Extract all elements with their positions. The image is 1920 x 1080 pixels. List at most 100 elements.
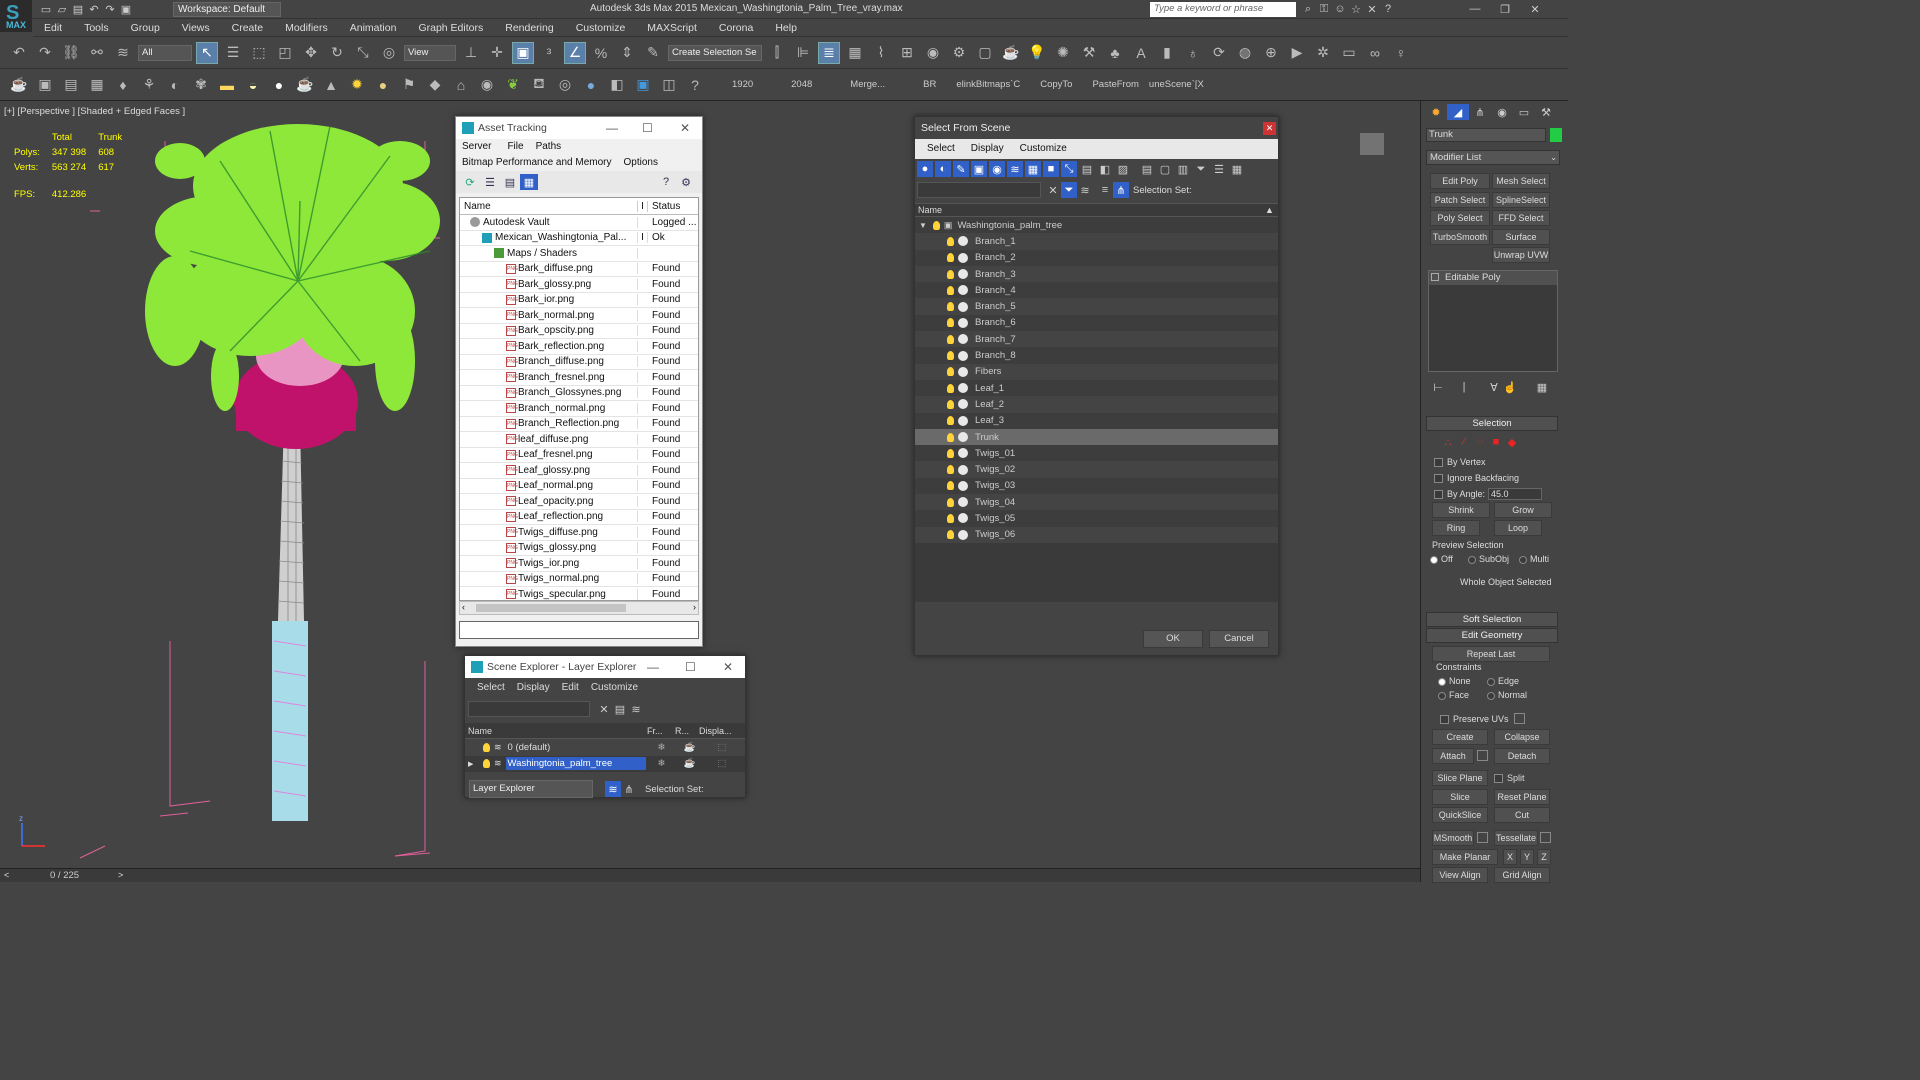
asset-row[interactable]: Maps / Shaders [460, 246, 698, 262]
detach-button[interactable]: Detach [1494, 748, 1550, 764]
scene-object-row[interactable]: Trunk [915, 428, 1278, 446]
vray-material-icon[interactable]: ◎ [554, 74, 576, 96]
camera-filter-icon[interactable]: ▣ [971, 161, 987, 177]
maximize-icon[interactable]: ☐ [685, 656, 696, 678]
ignore-backfacing-option[interactable]: Ignore Backfacing [1434, 473, 1519, 484]
menu-options[interactable]: Options [618, 155, 664, 171]
script-button-tunescene[interactable]: uneScene`[X [1149, 79, 1214, 90]
scene-object-row[interactable]: Leaf_1 [915, 379, 1278, 397]
menu-group[interactable]: Group [120, 19, 171, 37]
constraint-normal-radio[interactable]: Normal [1487, 690, 1527, 700]
modify-tab-icon[interactable]: ◢ [1447, 104, 1469, 120]
vray-proxy-icon[interactable]: ◐ [164, 74, 186, 96]
menu-customize[interactable]: Customize [585, 680, 644, 696]
percent-snap-icon[interactable]: % [590, 42, 612, 64]
open-file-icon[interactable]: ▱ [54, 1, 70, 17]
bulb-icon[interactable] [947, 416, 954, 426]
bulb-icon[interactable] [947, 318, 954, 328]
help-icon[interactable]: ? [1380, 1, 1396, 17]
angle-snap-icon[interactable]: ∠ [564, 41, 586, 64]
bulb-icon[interactable] [932, 220, 940, 230]
scene-explorer-titlebar[interactable]: Scene Explorer - Layer Explorer — ☐ ✕ [465, 656, 745, 678]
manipulate-icon[interactable]: ✛ [486, 42, 508, 64]
hierarchy-icon[interactable]: ⋔ [621, 781, 637, 797]
undo-icon[interactable]: ↶ [8, 42, 30, 64]
undo-icon[interactable]: ↶ [86, 1, 102, 17]
script-button-copyto[interactable]: CopyTo [1030, 79, 1082, 90]
vertex-level-icon[interactable]: ∴ [1440, 434, 1456, 450]
freeze-icon[interactable]: ❄ [658, 742, 666, 753]
menu-customize[interactable]: Customize [1012, 141, 1075, 157]
bulb-icon[interactable] [947, 334, 954, 344]
bulb-icon[interactable] [947, 285, 954, 295]
bulb-icon[interactable] [947, 481, 954, 491]
render-setup-icon[interactable]: ⚙ [948, 42, 970, 64]
binoculars-icon[interactable]: ⌕ [1300, 1, 1316, 17]
ambient-light-icon[interactable]: ● [372, 74, 394, 96]
menu-corona[interactable]: Corona [708, 19, 764, 37]
asset-row[interactable]: PNG Leaf_reflection.png Found [460, 510, 698, 525]
configure-sets-icon[interactable]: ▦ [1534, 379, 1550, 395]
asset-path-field[interactable] [459, 621, 699, 639]
bind-space-warp-icon[interactable]: ≋ [112, 42, 134, 64]
bulb-icon[interactable] [947, 253, 954, 263]
asset-row[interactable]: Autodesk Vault Logged ... [460, 215, 698, 231]
close-icon[interactable]: ✕ [680, 117, 690, 139]
teapot-icon[interactable]: ☕ [8, 74, 30, 96]
select-object-icon[interactable]: ↖ [196, 41, 218, 64]
asset-row[interactable]: PNG Leaf_glossy.png Found [460, 463, 698, 479]
helper-filter-icon[interactable]: ◉ [989, 161, 1005, 177]
vray-light-icon[interactable]: ♦ [112, 74, 134, 96]
scene-object-row[interactable]: Twigs_06 [915, 526, 1278, 543]
plane-light-icon[interactable]: ▬ [216, 74, 238, 96]
save-file-icon[interactable]: ▤ [70, 1, 86, 17]
settings-icon[interactable]: ⚙ [676, 174, 696, 190]
xref-filter-icon[interactable]: ■ [1043, 161, 1059, 177]
freeze-icon[interactable]: ❄ [658, 758, 666, 769]
menu-maxscript[interactable]: MAXScript [636, 19, 708, 37]
vray-sun-icon[interactable]: ✹ [346, 74, 368, 96]
slice-button[interactable]: Slice [1432, 789, 1488, 805]
ffd-select-button[interactable]: FFD Select [1492, 210, 1550, 226]
render-elements-icon[interactable]: ◧ [606, 74, 628, 96]
menu-server[interactable]: Server [456, 139, 497, 155]
scene-object-row[interactable]: Leaf_3 [915, 412, 1278, 429]
edit-poly-button[interactable]: Edit Poly [1430, 173, 1490, 189]
material-editor-icon[interactable]: ◉ [922, 42, 944, 64]
maximize-icon[interactable]: ❐ [1490, 1, 1520, 17]
new-file-icon[interactable]: ▭ [38, 1, 54, 17]
preview-multi-radio[interactable]: Multi [1519, 554, 1549, 564]
find-case-icon[interactable]: ⏷ [1061, 182, 1077, 198]
menu-select[interactable]: Select [919, 141, 963, 157]
asset-row[interactable]: PNG Bark_reflection.png Found [460, 339, 698, 355]
asset-row[interactable]: PNG Leaf_opacity.png Found [460, 494, 698, 510]
menu-modifiers[interactable]: Modifiers [274, 19, 339, 37]
schematic-view-icon[interactable]: ⊞ [896, 42, 918, 64]
mesh-select-button[interactable]: Mesh Select [1492, 173, 1550, 189]
selection-set-icon[interactable]: ⋔ [1113, 182, 1129, 198]
select-from-scene-titlebar[interactable]: Select From Scene ✕ [915, 117, 1278, 139]
sphere-icon[interactable]: ◍ [1234, 42, 1256, 64]
text-icon[interactable]: A [1130, 42, 1152, 64]
dome-light-icon[interactable]: ◒ [242, 74, 264, 96]
scroll-thumb[interactable] [476, 604, 626, 612]
sort-asc-icon[interactable]: ▲ [1265, 205, 1274, 215]
bulb-icon[interactable] [947, 497, 954, 507]
scene-object-row[interactable]: Branch_1 [915, 233, 1278, 250]
msmooth-settings-icon[interactable] [1477, 832, 1488, 843]
question-icon[interactable]: ? [684, 74, 706, 96]
grow-button[interactable]: Grow [1494, 502, 1552, 518]
polygon-level-icon[interactable]: ■ [1488, 434, 1504, 450]
light-icon[interactable]: 💡 [1026, 42, 1048, 64]
planar-x-button[interactable]: X [1503, 849, 1517, 865]
constraint-face-radio[interactable]: Face [1438, 690, 1469, 700]
show-end-result-icon[interactable]: | [1456, 379, 1472, 395]
asset-row[interactable]: PNG Branch_Glossynes.png Found [460, 386, 698, 401]
constraint-none-radio[interactable]: None [1438, 676, 1471, 686]
asset-row[interactable]: PNG Twigs_diffuse.png Found [460, 525, 698, 541]
time-slider[interactable]: < 0 / 225 > [0, 868, 1420, 882]
display-all-icon[interactable]: ▤ [1139, 161, 1155, 177]
asset-row[interactable]: PNG Twigs_glossy.png Found [460, 541, 698, 556]
select-by-name-icon[interactable]: ☰ [222, 42, 244, 64]
repeat-last-button[interactable]: Repeat Last [1432, 646, 1550, 662]
